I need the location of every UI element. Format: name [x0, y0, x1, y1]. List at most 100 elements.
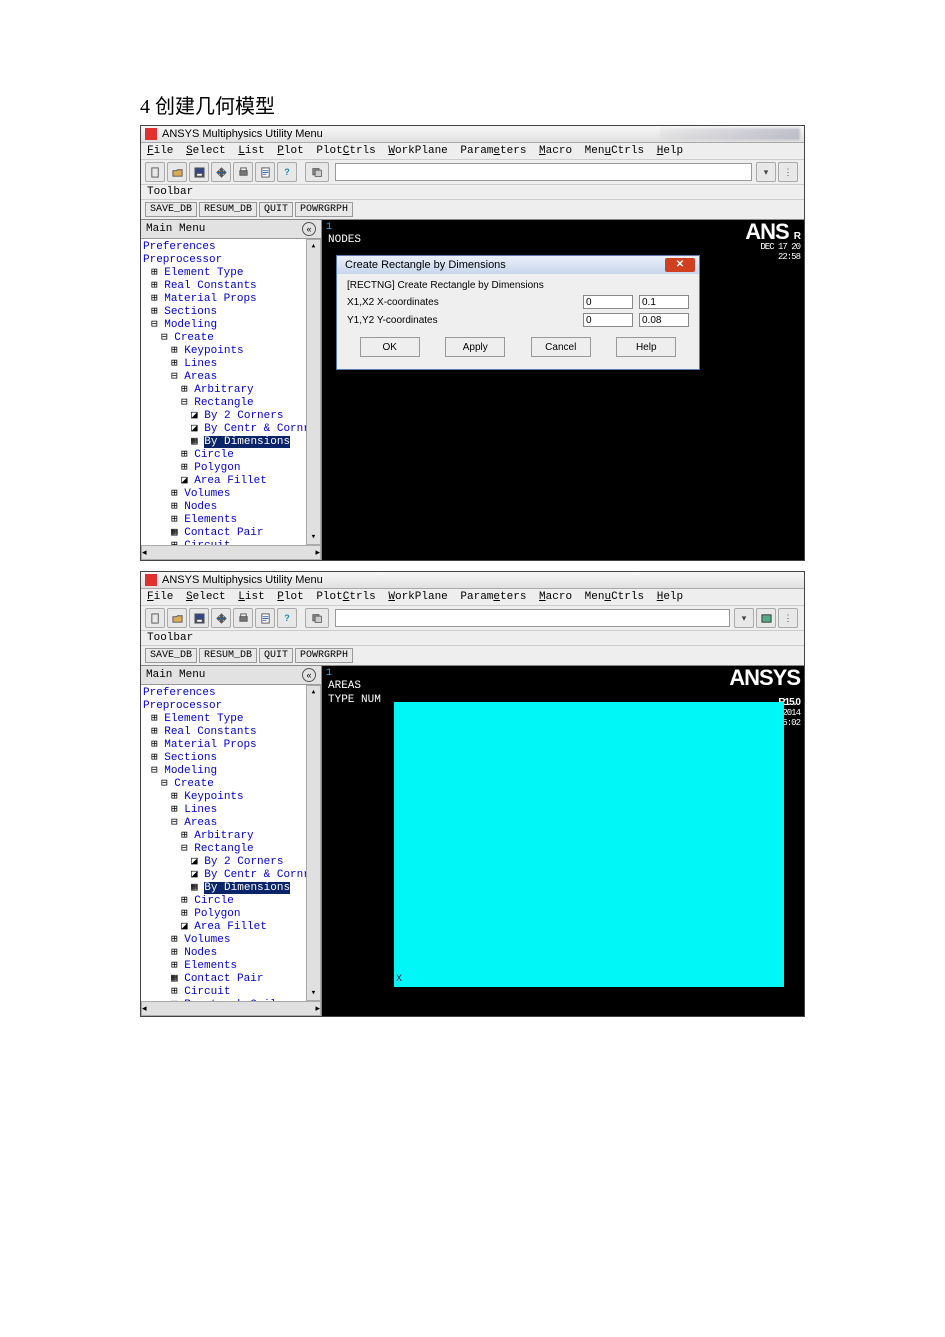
tree-bycentr[interactable]: ◪ By Centr & Cornr [143, 869, 319, 882]
x2-input[interactable] [639, 295, 689, 309]
menu-select[interactable]: Select [186, 145, 226, 157]
command-input[interactable] [335, 609, 730, 627]
window-controls[interactable] [660, 128, 800, 140]
menu-menuctrls[interactable]: MenuCtrls [585, 591, 644, 603]
tree-elemtype[interactable]: ⊞ Element Type [143, 267, 319, 280]
tree-preproc[interactable]: Preprocessor [143, 254, 319, 267]
powrgrph-button[interactable]: POWRGRPH [295, 648, 353, 663]
tree-modeling[interactable]: ⊟ Modeling [143, 765, 319, 778]
save-db-button[interactable]: SAVE_DB [145, 202, 197, 217]
tree-sections[interactable]: ⊞ Sections [143, 752, 319, 765]
menu-macro[interactable]: Macro [539, 145, 572, 157]
tree-circle[interactable]: ⊞ Circle [143, 895, 319, 908]
tree-areafillet[interactable]: ◪ Area Fillet [143, 921, 319, 934]
tree-bycentr[interactable]: ◪ By Centr & Cornr [143, 423, 319, 436]
apply-button[interactable]: Apply [445, 337, 505, 357]
raise-hidden-icon[interactable] [305, 608, 329, 628]
tree-contactpair[interactable]: ▦ Contact Pair [143, 527, 319, 540]
menu-macro[interactable]: Macro [539, 591, 572, 603]
tree-arbitrary[interactable]: ⊞ Arbitrary [143, 830, 319, 843]
menu-plotctrls[interactable]: PlotCtrls [316, 591, 375, 603]
save-icon[interactable] [189, 608, 209, 628]
x1-input[interactable] [583, 295, 633, 309]
resum-db-button[interactable]: RESUM_DB [199, 648, 257, 663]
tree-prefs[interactable]: Preferences [143, 241, 319, 254]
open-icon[interactable] [167, 162, 187, 182]
tree-polygon[interactable]: ⊞ Polygon [143, 462, 319, 475]
pan-icon[interactable] [211, 162, 231, 182]
tree-circuit[interactable]: ⊞ Circuit [143, 540, 319, 545]
report-icon[interactable] [255, 162, 275, 182]
ok-button[interactable]: OK [360, 337, 420, 357]
tree-rectangle[interactable]: ⊟ Rectangle [143, 397, 319, 410]
tool-icon[interactable]: ⋮ [778, 162, 798, 182]
menu-workplane[interactable]: WorkPlane [388, 145, 447, 157]
tree-elements[interactable]: ⊞ Elements [143, 514, 319, 527]
graphics-area-1[interactable]: 1 NODES ANS R DEC 17 20 22:58 Create Rec… [322, 220, 804, 560]
command-input[interactable] [335, 163, 752, 181]
menu-plot[interactable]: Plot [277, 145, 303, 157]
dropdown-icon[interactable]: ▾ [734, 608, 754, 628]
report-icon[interactable] [255, 608, 275, 628]
help-icon[interactable]: ? [277, 162, 297, 182]
tree-bydim[interactable]: ▦ By Dimensions [143, 882, 319, 895]
tree-rectangle[interactable]: ⊟ Rectangle [143, 843, 319, 856]
tree-elemtype[interactable]: ⊞ Element Type [143, 713, 319, 726]
tree-arbitrary[interactable]: ⊞ Arbitrary [143, 384, 319, 397]
dropdown-icon[interactable]: ▾ [756, 162, 776, 182]
tree-sections[interactable]: ⊞ Sections [143, 306, 319, 319]
save-db-button[interactable]: SAVE_DB [145, 648, 197, 663]
help-button[interactable]: Help [616, 337, 676, 357]
tree-lines[interactable]: ⊞ Lines [143, 358, 319, 371]
raise-hidden-icon[interactable] [305, 162, 329, 182]
tree-volumes[interactable]: ⊞ Volumes [143, 934, 319, 947]
menu-file[interactable]: File [147, 145, 173, 157]
quit-button[interactable]: QUIT [259, 648, 293, 663]
tree-matprops[interactable]: ⊞ Material Props [143, 293, 319, 306]
new-icon[interactable] [145, 608, 165, 628]
tree-realconst[interactable]: ⊞ Real Constants [143, 280, 319, 293]
vscroll[interactable]: ▴▾ [306, 239, 321, 545]
tree-polygon[interactable]: ⊞ Polygon [143, 908, 319, 921]
tree-bydim[interactable]: ▦ By Dimensions [143, 436, 319, 449]
tree-keypoints[interactable]: ⊞ Keypoints [143, 345, 319, 358]
menu-list[interactable]: List [238, 591, 264, 603]
menu-plotctrls[interactable]: PlotCtrls [316, 145, 375, 157]
tree-nodes[interactable]: ⊞ Nodes [143, 947, 319, 960]
menu-help[interactable]: Help [657, 145, 683, 157]
new-icon[interactable] [145, 162, 165, 182]
tree-circuit[interactable]: ⊞ Circuit [143, 986, 319, 999]
image-icon[interactable] [756, 608, 776, 628]
tree-elements[interactable]: ⊞ Elements [143, 960, 319, 973]
menu-list[interactable]: List [238, 145, 264, 157]
tree-lines[interactable]: ⊞ Lines [143, 804, 319, 817]
tree-by2corners[interactable]: ◪ By 2 Corners [143, 410, 319, 423]
tree-modeling[interactable]: ⊟ Modeling [143, 319, 319, 332]
tree-by2corners[interactable]: ◪ By 2 Corners [143, 856, 319, 869]
quit-button[interactable]: QUIT [259, 202, 293, 217]
vscroll[interactable]: ▴▾ [306, 685, 321, 1001]
tree-matprops[interactable]: ⊞ Material Props [143, 739, 319, 752]
tree-nodes[interactable]: ⊞ Nodes [143, 501, 319, 514]
tree-circle[interactable]: ⊞ Circle [143, 449, 319, 462]
collapse-icon[interactable]: « [302, 668, 316, 682]
y2-input[interactable] [639, 313, 689, 327]
tree-prefs[interactable]: Preferences [143, 687, 319, 700]
tree-create[interactable]: ⊟ Create [143, 332, 319, 345]
menu-plot[interactable]: Plot [277, 591, 303, 603]
collapse-icon[interactable]: « [302, 222, 316, 236]
tree-keypoints[interactable]: ⊞ Keypoints [143, 791, 319, 804]
tree-areafillet[interactable]: ◪ Area Fillet [143, 475, 319, 488]
pan-icon[interactable] [211, 608, 231, 628]
tree-create[interactable]: ⊟ Create [143, 778, 319, 791]
tree-racetrack[interactable]: ▦ Racetrack Coil [143, 999, 319, 1001]
tree-areas[interactable]: ⊟ Areas [143, 371, 319, 384]
menu-menuctrls[interactable]: MenuCtrls [585, 145, 644, 157]
print-icon[interactable] [233, 162, 253, 182]
tree-volumes[interactable]: ⊞ Volumes [143, 488, 319, 501]
tree-contactpair[interactable]: ▦ Contact Pair [143, 973, 319, 986]
tree-preproc[interactable]: Preprocessor [143, 700, 319, 713]
y1-input[interactable] [583, 313, 633, 327]
menu-select[interactable]: Select [186, 591, 226, 603]
resum-db-button[interactable]: RESUM_DB [199, 202, 257, 217]
